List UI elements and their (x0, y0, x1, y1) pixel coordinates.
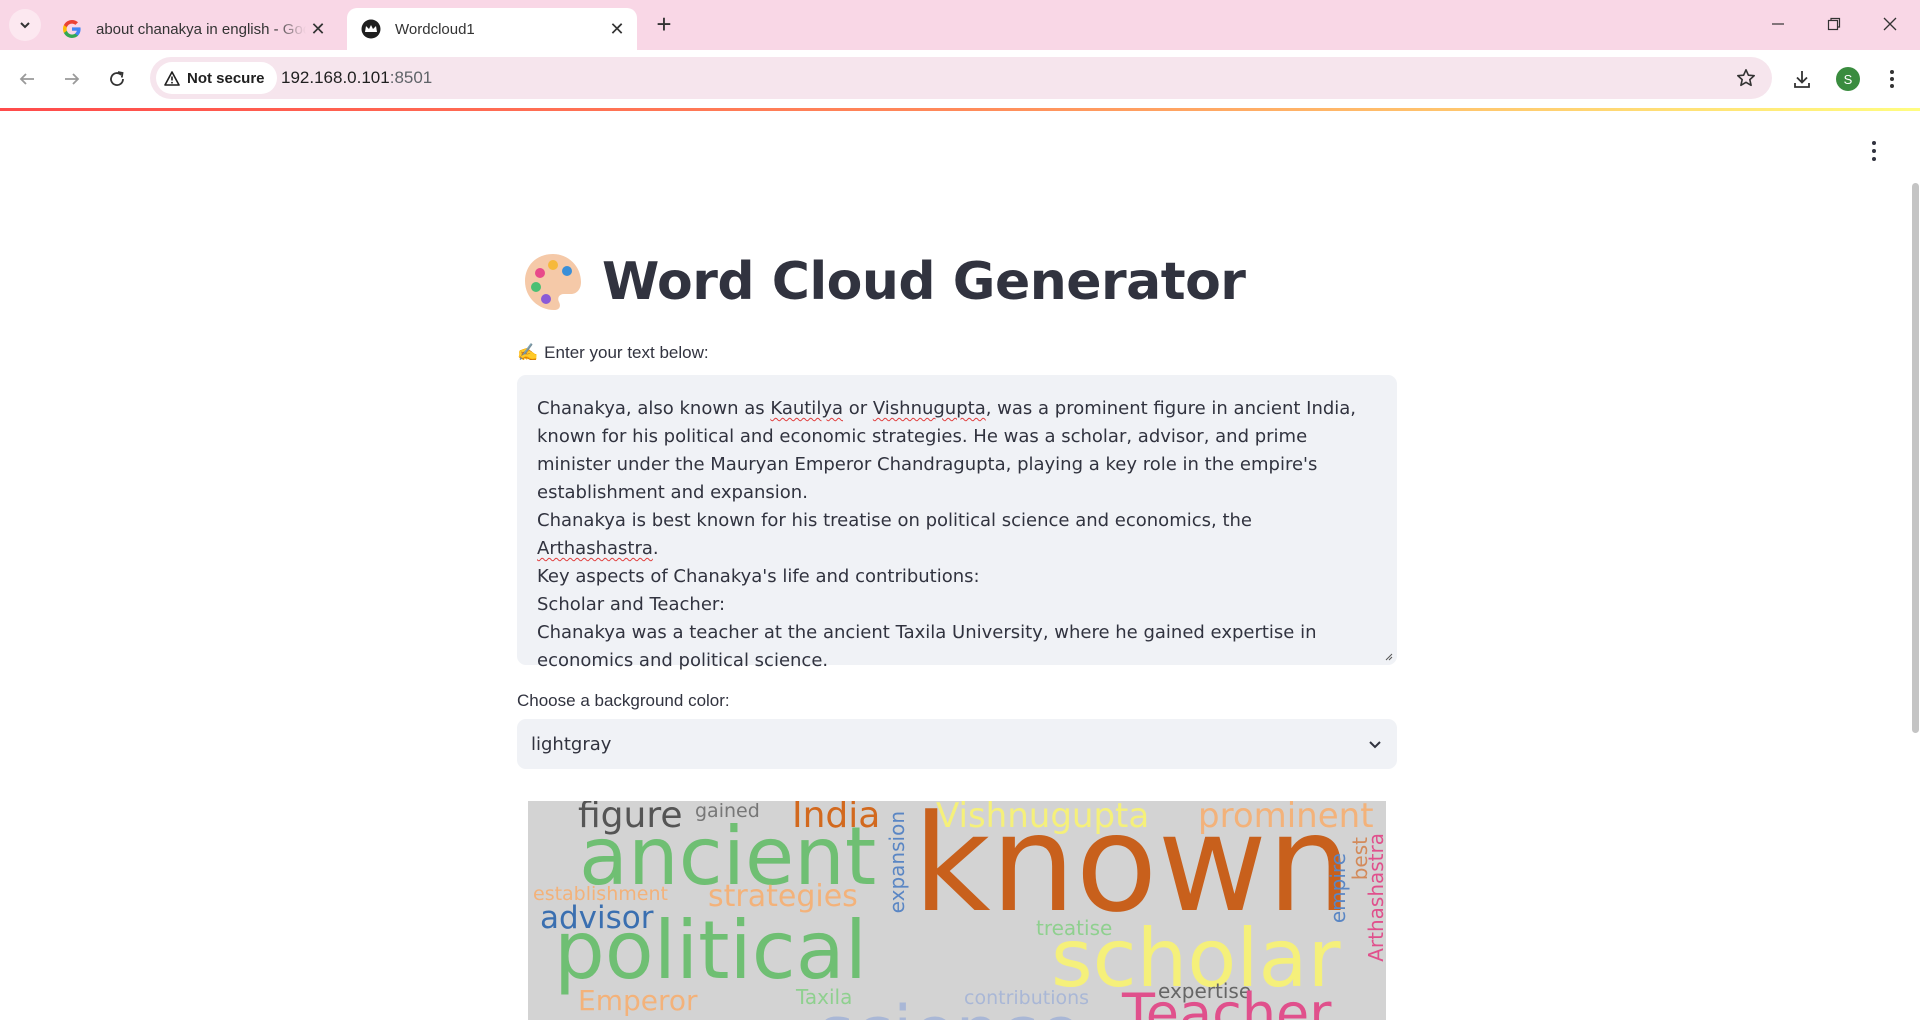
security-indicator[interactable]: Not secure (156, 62, 277, 94)
minimize-icon (1772, 23, 1784, 25)
wordcloud-word: Arthashastra (1364, 833, 1386, 962)
chevron-down-icon (1369, 741, 1381, 749)
misspelled-word: Vishnugupta (872, 398, 986, 419)
app-main: Word Cloud Generator ✍️ Enter your text … (0, 111, 1920, 1020)
google-g-icon (62, 19, 82, 39)
misspelled-word: Kautilya (770, 398, 843, 419)
new-tab-button[interactable]: + (650, 9, 678, 39)
writing-hand-icon: ✍️ (517, 343, 539, 362)
tab-search-button[interactable] (9, 9, 41, 41)
scrollbar[interactable] (1910, 111, 1920, 1020)
warning-icon (164, 70, 180, 86)
app-menu-button[interactable] (1866, 141, 1882, 161)
misspelled-word: Arthashastra (537, 538, 653, 559)
close-icon (1883, 17, 1897, 31)
scrollbar-thumb[interactable] (1912, 183, 1919, 733)
download-icon (1794, 71, 1810, 88)
bookmark-star-icon[interactable] (1734, 66, 1758, 90)
close-window-button[interactable] (1862, 0, 1918, 48)
text-input-label: ✍️ Enter your text below: (517, 343, 709, 363)
browser-toolbar: Not secure 192.168.0.101:8501 S (0, 50, 1920, 108)
wordcloud-word: Teacher (1122, 982, 1332, 1020)
profile-button[interactable]: S (1830, 61, 1866, 97)
tab-strip: about chanakya in english - Google Searc… (0, 0, 1920, 50)
arrow-left-icon (19, 73, 34, 85)
browser-menu-button[interactable] (1874, 61, 1910, 97)
back-button[interactable] (9, 61, 45, 97)
streamlit-crown-icon (361, 19, 381, 39)
text-segment: Chanakya, also known as (537, 398, 771, 419)
tab-google-search[interactable]: about chanakya in english - Google Searc… (48, 8, 338, 50)
wordcloud-image: figure gained India Vishnugupta prominen… (528, 801, 1386, 1020)
close-icon[interactable]: ✕ (306, 17, 330, 41)
url-host: 192.168.0.101 (281, 68, 390, 87)
text-segment: or (843, 398, 873, 419)
dot-icon (1872, 149, 1876, 153)
text-input-label-text: Enter your text below: (544, 343, 709, 362)
forward-button[interactable] (54, 61, 90, 97)
restore-button[interactable] (1806, 0, 1862, 48)
wordcloud-word: political (554, 904, 868, 997)
wordcloud-word: Emperor (578, 984, 698, 1017)
minimize-button[interactable] (1750, 0, 1806, 48)
url-text: 192.168.0.101:8501 (281, 68, 432, 88)
dot-icon (1872, 157, 1876, 161)
avatar: S (1836, 67, 1860, 91)
close-icon[interactable]: ✕ (605, 17, 629, 41)
text-input-content[interactable]: Chanakya, also known as Kautilya or Vish… (537, 395, 1377, 675)
tab-title: Wordcloud1 (395, 20, 475, 38)
chevron-down-icon (20, 22, 30, 29)
more-vertical-icon (1890, 70, 1894, 88)
restore-icon (1827, 17, 1841, 31)
downloads-button[interactable] (1784, 61, 1820, 97)
page-title: Word Cloud Generator (602, 252, 1246, 312)
tab-title: about chanakya in english - Google Searc… (96, 20, 306, 38)
wordcloud-word: science (818, 997, 1081, 1020)
palette-icon (525, 254, 581, 310)
address-bar[interactable]: Not secure 192.168.0.101:8501 (150, 57, 1772, 99)
dot-icon (1872, 141, 1876, 145)
tab-wordcloud[interactable]: Wordcloud1 ✕ (347, 8, 637, 50)
bg-color-label: Choose a background color: (517, 691, 730, 710)
arrow-right-icon (65, 73, 80, 85)
page-header: Word Cloud Generator (522, 251, 1246, 313)
bg-color-selected-value: lightgray (531, 733, 612, 755)
text-segment: . Key aspects of Chanakya's life and con… (537, 538, 1317, 671)
bg-color-select[interactable]: lightgray (517, 719, 1397, 769)
security-label: Not secure (187, 69, 265, 87)
reload-icon (110, 71, 124, 86)
resize-handle-icon[interactable] (1383, 651, 1393, 661)
text-input-area[interactable]: Chanakya, also known as Kautilya or Vish… (517, 375, 1397, 671)
reload-button[interactable] (99, 61, 135, 97)
url-port: :8501 (389, 68, 433, 87)
wordcloud-word: expansion (885, 811, 909, 914)
